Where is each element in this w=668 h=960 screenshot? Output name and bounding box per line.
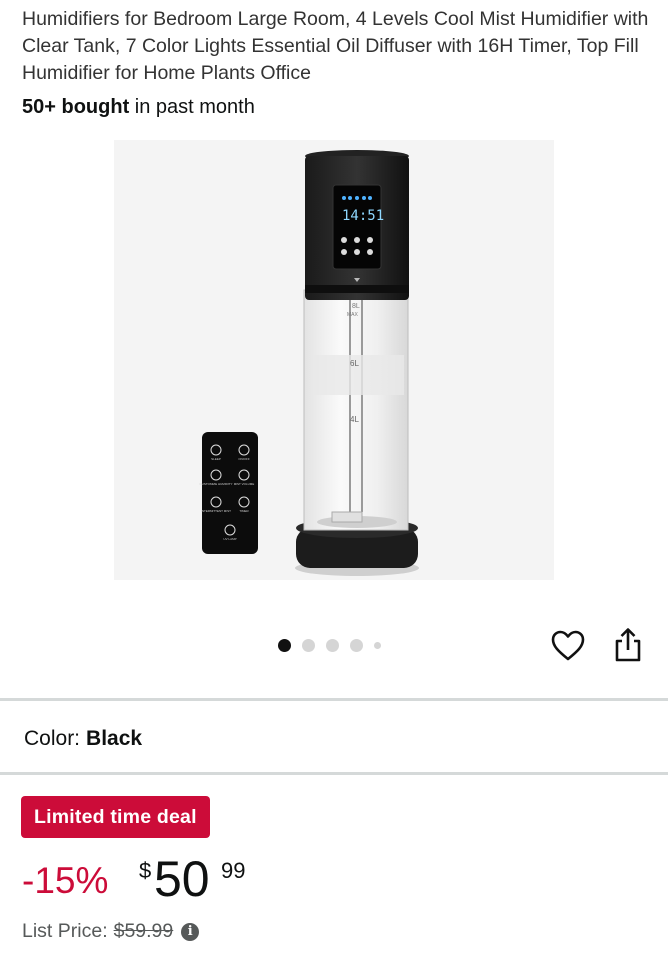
bought-suffix: in past month: [129, 96, 255, 118]
remote-label-sleep: SLEEP: [211, 457, 221, 461]
wishlist-button[interactable]: [550, 628, 586, 664]
remote-label-intermittent: INTERMITTENT MIST: [201, 509, 231, 513]
carousel-dot-4[interactable]: [350, 638, 363, 652]
limited-time-deal-badge: Limited time deal: [21, 796, 210, 838]
price-whole: 50: [154, 851, 210, 907]
divider: [0, 698, 668, 701]
carousel-dot-5[interactable]: [374, 641, 381, 649]
carousel-dot-2[interactable]: [302, 638, 315, 652]
price-currency: $: [139, 858, 152, 883]
humidifier-illustration: 8L MAX 6L 4L 14:51 SLEEP ON/OFF CUSTOMIZ…: [114, 140, 554, 580]
list-price-value: $59.99: [113, 920, 174, 942]
heart-icon: [551, 630, 585, 661]
product-image[interactable]: 8L MAX 6L 4L 14:51 SLEEP ON/OFF CUSTOMIZ…: [114, 140, 554, 580]
discount-percent: -15%: [22, 860, 109, 901]
remote-label-mist: MIST VOLUME: [234, 482, 255, 486]
remote-control: SLEEP ON/OFF CUSTOMIZE HUMIDITY MIST VOL…: [200, 432, 258, 554]
remote-label-humidity: CUSTOMIZE HUMIDITY: [200, 482, 233, 486]
tank-mark-8l: 8L: [352, 303, 360, 310]
product-title: Humidifiers for Bedroom Large Room, 4 Le…: [22, 8, 649, 84]
carousel-dot-1[interactable]: [278, 638, 291, 652]
tank-mark-max: MAX: [347, 312, 359, 318]
color-label: Color:: [24, 727, 81, 750]
bought-in-past-month: 50+ bought in past month: [22, 96, 255, 119]
remote-label-timer: TIMER: [239, 509, 249, 513]
share-button[interactable]: [611, 626, 645, 664]
color-selector[interactable]: Color: Black: [24, 727, 142, 751]
tank-mark-4l: 4L: [350, 415, 359, 424]
display-time: 14:51: [342, 208, 384, 224]
divider: [0, 772, 668, 775]
tank-mark-6l: 6L: [350, 359, 359, 368]
list-price-label: List Price:: [22, 920, 108, 942]
info-icon[interactable]: i: [181, 922, 200, 941]
color-value: Black: [86, 727, 143, 750]
remote-label-onoff: ON/OFF: [238, 457, 249, 461]
image-carousel-dots[interactable]: [278, 638, 381, 652]
bought-count: 50+ bought: [22, 96, 130, 118]
price-fraction: 99: [221, 858, 246, 883]
remote-label-uv: UV LAMP: [223, 537, 236, 541]
water-tank: [303, 289, 409, 531]
carousel-dot-3[interactable]: [326, 638, 339, 652]
list-price: List Price: $59.99 i: [22, 920, 200, 943]
share-icon: [615, 628, 641, 662]
